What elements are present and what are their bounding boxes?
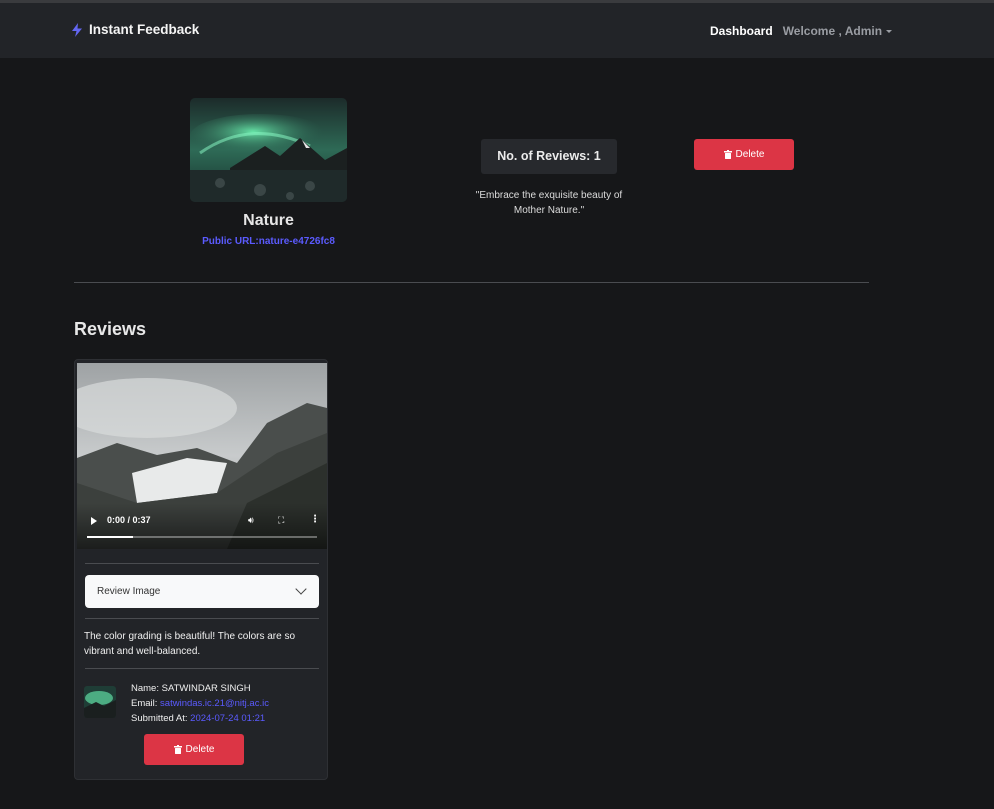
lightning-icon [72,22,82,37]
video-controls [77,503,327,549]
name-label: Name: [131,683,159,694]
more-options-icon[interactable]: ⋮ [310,514,320,525]
video-progress-fill [87,536,133,538]
video-progress-bar[interactable] [87,536,317,538]
space-thumbnail [190,98,347,202]
space-title: Nature [243,212,294,229]
accordion-label: Review Image [97,586,161,597]
dashboard-link[interactable]: Dashboard [710,24,773,38]
reviewer-meta: Name: SATWINDAR SINGH Email: satwindas.i… [131,681,269,726]
card-divider [85,668,319,669]
reviewer-email[interactable]: satwindas.ic.21@nitj.ac.ic [160,698,269,709]
caret-down-icon [886,30,893,33]
submitted-label: Submitted At: [131,713,188,724]
reviewer-avatar [84,686,116,718]
trash-icon [173,745,182,754]
card-divider [85,618,319,619]
review-text: The color grading is beautiful! The colo… [84,631,296,657]
reviewer-name-row: Name: SATWINDAR SINGH [131,681,269,696]
review-card: 0:00 / 0:37 🔊︎ ⛶ ⋮ Review Image The colo… [74,359,328,780]
delete-review-label: Delete [185,744,215,755]
user-dropdown[interactable]: Welcome , Admin [782,24,893,38]
submitted-at: 2024-07-24 01:21 [190,713,266,724]
reviewer-name: SATWINDAR SINGH [161,683,251,694]
reviews-count-badge: No. of Reviews: 1 [481,139,617,174]
space-quote: "Embrace the exquisite beauty of Mother … [475,190,623,216]
navbar: Instant Feedback Dashboard Welcome , Adm… [0,3,994,58]
email-label: Email: [131,698,158,709]
brand-link[interactable]: Instant Feedback [70,22,199,37]
trash-icon [723,150,732,159]
reviewer-email-row: Email: satwindas.ic.21@nitj.ac.ic [131,696,269,711]
section-divider [74,282,869,283]
fullscreen-icon[interactable]: ⛶ [278,515,284,526]
nav-right: Dashboard Welcome , Admin [710,24,893,38]
card-divider [85,563,319,564]
delete-review-button[interactable]: Delete [144,734,244,765]
submitted-row: Submitted At: 2024-07-24 01:21 [131,711,269,726]
brand-label: Instant Feedback [89,22,200,37]
chevron-down-icon [295,583,307,595]
review-video[interactable]: 0:00 / 0:37 🔊︎ ⛶ ⋮ [77,363,327,549]
volume-icon[interactable]: 🔊︎ [248,515,254,526]
public-url-link[interactable]: Public URL:nature-e4726fc8 [190,236,347,247]
play-icon[interactable] [91,517,97,525]
video-time: 0:00 / 0:37 [107,515,151,525]
delete-space-button[interactable]: Delete [694,139,794,170]
welcome-label: Welcome , Admin [782,24,883,38]
reviews-heading: Reviews [74,319,147,339]
delete-space-label: Delete [735,149,765,160]
review-image-accordion[interactable]: Review Image [85,575,319,608]
